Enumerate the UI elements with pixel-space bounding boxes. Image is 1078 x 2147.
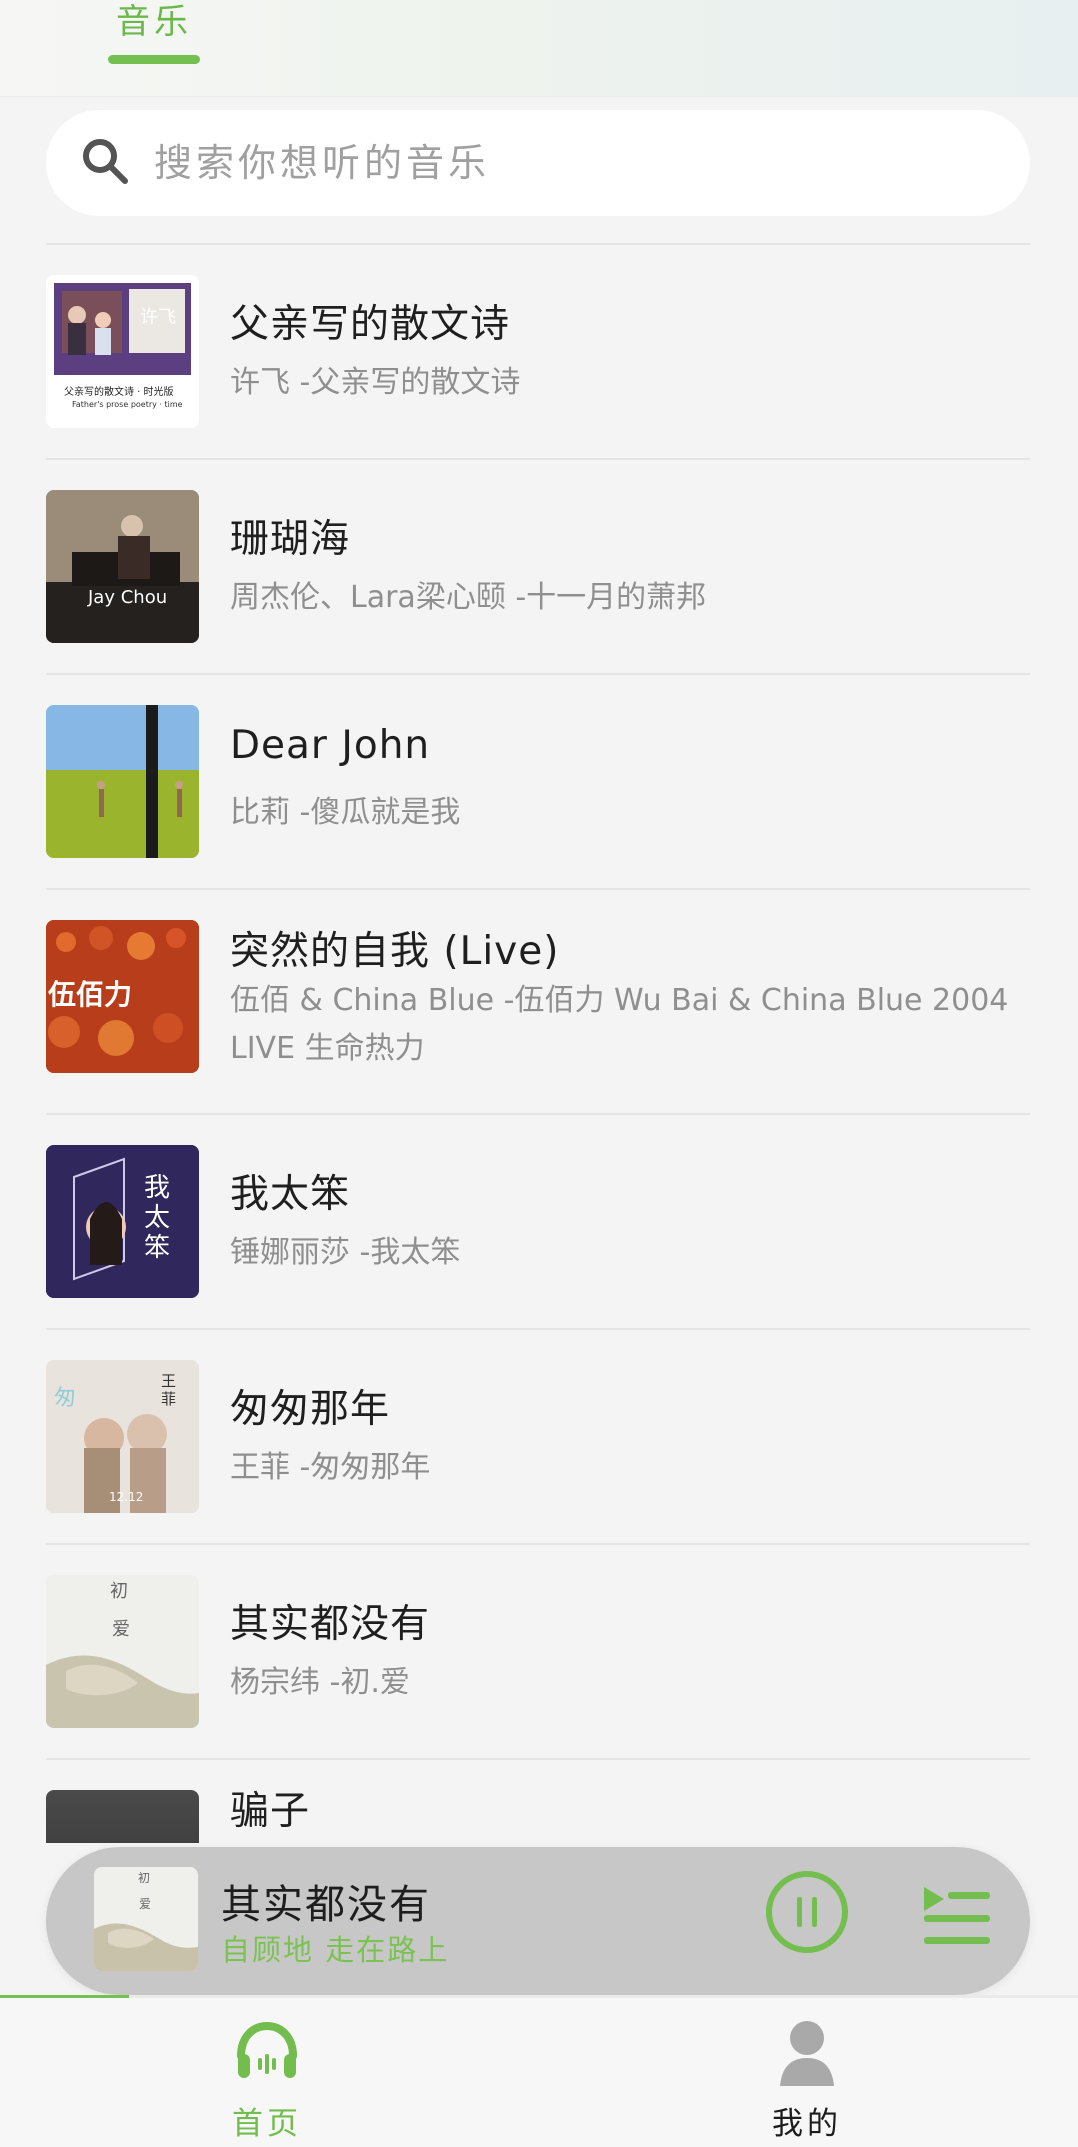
song-row[interactable]: Jay Chou 珊瑚海 周杰伦、Lara梁心颐 -十一月的萧邦 [46,458,1030,673]
song-title: 匆匆那年 [230,1387,391,1432]
search-bar[interactable] [46,110,1030,216]
player-subtitle: 自顾地 走在路上 [221,1933,450,1967]
player-title: 其实都没有 [221,1882,431,1928]
cover-text: 初 [110,1581,128,1602]
song-subtitle: 比莉 -傻瓜就是我 [230,795,461,830]
song-subtitle: 许飞 -父亲写的散文诗 [230,365,521,400]
song-subtitle: 杨宗纬 -初.爱 [230,1665,410,1700]
cover-text: 爱 [112,1619,130,1640]
song-title: Dear John [230,723,431,768]
tab-underline [108,55,200,64]
album-cover [46,705,199,858]
song-title: 父亲写的散文诗 [230,302,511,347]
user-icon [770,2016,844,2090]
cover-text: Jay Chou [88,587,168,608]
tab-music-label: 音乐 [116,2,192,42]
song-subtitle: 伍佰 & China Blue -伍佰力 Wu Bai & China Blue… [230,983,1009,1066]
song-subtitle: 王菲 -匆匆那年 [230,1450,431,1485]
song-title: 我太笨 [230,1172,351,1217]
song-subtitle: 周杰伦、Lara梁心颐 -十一月的萧邦 [230,580,707,615]
song-row[interactable]: 许飞 父亲写的散文诗 · 时光版 Father's prose poetry ·… [46,243,1030,458]
song-row[interactable]: 我太笨 我太笨 锤娜丽莎 -我太笨 [46,1113,1030,1328]
album-cover: 我太笨 [46,1145,199,1298]
song-title: 其实都没有 [230,1602,431,1647]
album-cover: Jay Chou [46,490,199,643]
song-row[interactable]: 骗子 [46,1758,1030,1843]
cover-text: 许飞 [140,307,176,328]
playlist-button[interactable] [918,1885,994,1949]
song-title: 珊瑚海 [230,517,351,562]
album-cover [46,1790,199,1843]
playlist-icon [918,1887,994,1953]
song-title: 突然的自我 (Live) [230,929,560,974]
song-row[interactable]: 匆 王菲 12.12 匆匆那年 王菲 -匆匆那年 [46,1328,1030,1543]
bottom-navigation: 首页 我的 [0,1998,1078,2147]
song-row[interactable]: 初 爱 其实都没有 杨宗纬 -初.爱 [46,1543,1030,1758]
mini-player[interactable]: 初 爱 其实都没有 自顾地 走在路上 [46,1847,1030,1995]
cover-text: 伍佰力 [48,978,133,1011]
album-cover: 伍佰力 [46,920,199,1073]
song-list: 许飞 父亲写的散文诗 · 时光版 Father's prose poetry ·… [0,243,1078,1843]
pause-icon [795,1897,819,1927]
player-cover-text: 初 [138,1871,151,1885]
svg-text:匆: 匆 [54,1386,76,1411]
nav-mine-label: 我的 [772,2106,842,2142]
search-input[interactable] [152,130,976,196]
top-header: 音乐 [0,0,1078,96]
song-row[interactable]: 伍佰力 突然的自我 (Live) 伍佰 & China Blue -伍佰力 Wu… [46,888,1030,1113]
song-subtitle: 锤娜丽莎 -我太笨 [230,1235,461,1270]
tab-music[interactable]: 音乐 [106,0,202,68]
nav-mine[interactable]: 我的 [747,2016,867,2142]
song-row[interactable]: Dear John 比莉 -傻瓜就是我 [46,673,1030,888]
nav-home[interactable]: 首页 [207,2016,327,2142]
pause-button[interactable] [766,1871,848,1953]
player-cover[interactable]: 初 爱 [94,1867,198,1971]
album-cover: 匆 王菲 12.12 [46,1360,199,1513]
album-cover: 初 爱 [46,1575,199,1728]
cover-text: 父亲写的散文诗 · 时光版 [64,387,174,398]
nav-home-label: 首页 [232,2106,302,2142]
cover-text: 我太笨 [144,1173,171,1263]
song-title: 骗子 [230,1789,311,1834]
cover-text: 12.12 [109,1490,144,1504]
player-cover-text: 爱 [139,1897,152,1911]
cover-text: Father's prose poetry · time [72,400,183,409]
search-icon [80,136,132,188]
album-cover: 许飞 父亲写的散文诗 · 时光版 Father's prose poetry ·… [46,275,199,428]
cover-text: 王菲 [161,1372,177,1408]
headphones-icon [230,2016,304,2090]
